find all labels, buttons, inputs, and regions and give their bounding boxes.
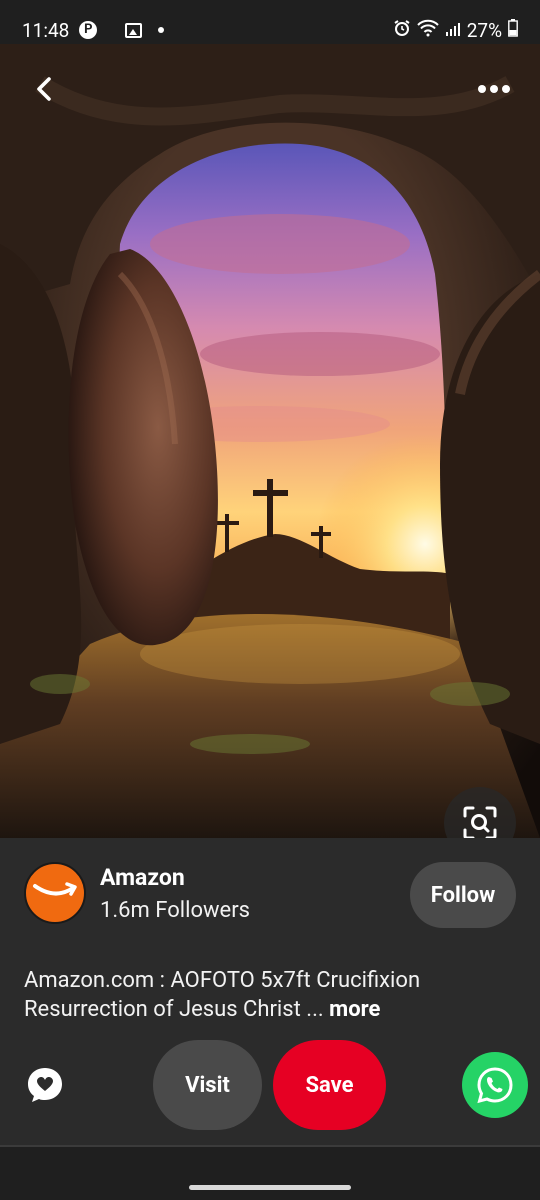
pin-description: Amazon.com : AOFOTO 5x7ft Crucifixion Re… (24, 966, 524, 1024)
creator-followers: 1.6m Followers (100, 898, 251, 923)
pin-image-art (0, 44, 540, 838)
comment-button[interactable] (26, 1066, 64, 1104)
whatsapp-share-button[interactable] (462, 1052, 528, 1118)
battery-percent: 27% (466, 18, 502, 42)
save-button[interactable]: Save (273, 1040, 386, 1130)
visit-button[interactable]: Visit (153, 1040, 262, 1130)
home-indicator[interactable] (189, 1185, 351, 1190)
back-button[interactable] (22, 67, 66, 111)
wifi-icon (417, 19, 439, 42)
more-options-icon (478, 85, 510, 93)
more-link[interactable]: more (329, 997, 380, 1022)
comment-icon (28, 1068, 62, 1102)
more-options-button[interactable] (472, 67, 516, 111)
visual-search-icon (463, 806, 497, 838)
battery-icon (508, 18, 518, 42)
image-icon (125, 22, 143, 38)
creator-name[interactable]: Amazon (100, 864, 185, 891)
signal-icon (445, 19, 461, 42)
follow-button[interactable]: Follow (410, 862, 516, 928)
status-time: 11:48 (22, 18, 70, 42)
navigation-bar (0, 1147, 540, 1200)
amazon-logo-icon (33, 882, 77, 896)
notification-dot-icon (158, 27, 165, 33)
creator-avatar[interactable] (24, 862, 86, 924)
back-arrow-icon (37, 77, 51, 101)
pin-image[interactable] (0, 44, 540, 838)
pinterest-icon: P (79, 21, 98, 39)
alarm-icon (393, 19, 411, 42)
whatsapp-icon (477, 1067, 513, 1104)
